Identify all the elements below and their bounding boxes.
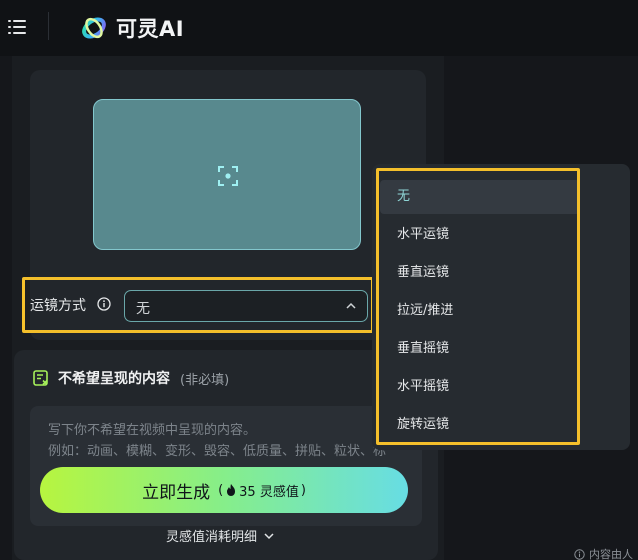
menu-icon[interactable] bbox=[8, 18, 26, 36]
negative-prompt-placeholder: 写下你不希望在视频中呈现的内容。 例如：动画、模糊、变形、毁容、低质量、拼贴、粒… bbox=[48, 420, 418, 462]
negative-prompt-header: 不希望呈现的内容 (非必填) bbox=[32, 366, 229, 390]
generate-button[interactable]: 立即生成 ( 35 灵感值 ) bbox=[40, 467, 408, 513]
dropdown-option-rotate[interactable]: 旋转运镜 bbox=[380, 408, 580, 442]
dropdown-option-vertical-tilt[interactable]: 垂直摇镜 bbox=[380, 332, 580, 366]
camera-select-value: 无 bbox=[136, 301, 150, 317]
cost-detail-toggle[interactable]: 灵感值消耗明细 bbox=[166, 526, 275, 545]
dropdown-option-horizontal-tilt[interactable]: 水平摇镜 bbox=[380, 370, 580, 404]
kling-logo-icon bbox=[82, 17, 106, 39]
camera-movement-label: 运镜方式 bbox=[30, 298, 86, 314]
focus-frame-icon bbox=[218, 166, 238, 186]
app-logo[interactable]: 可灵AI bbox=[80, 12, 184, 44]
camera-movement-row: 运镜方式 无 bbox=[22, 277, 374, 333]
dropdown-option-none[interactable]: 无 bbox=[380, 180, 580, 214]
placeholder-line: 写下你不希望在视频中呈现的内容。 bbox=[48, 423, 257, 438]
footer-note-text: 内容由人 bbox=[589, 548, 633, 560]
camera-movement-dropdown: 无 水平运镜 垂直运镜 拉远/推进 垂直摇镜 水平摇镜 旋转运镜 bbox=[372, 164, 630, 450]
top-header: 可灵AI bbox=[0, 0, 638, 56]
image-preview-area[interactable] bbox=[93, 99, 361, 250]
chevron-down-icon bbox=[264, 532, 274, 539]
app-title: 可灵AI bbox=[116, 17, 185, 41]
dropdown-option-vertical-pan[interactable]: 垂直运镜 bbox=[380, 256, 580, 290]
header-divider bbox=[48, 12, 49, 40]
generate-cost: ( 35 灵感值 ) bbox=[218, 481, 306, 500]
info-icon bbox=[574, 548, 585, 560]
cost-paren-open: ( bbox=[218, 482, 224, 498]
cost-paren-close: ) bbox=[300, 482, 306, 498]
document-exclude-icon bbox=[33, 370, 48, 386]
footer-note: 内容由人 bbox=[574, 546, 633, 560]
chevron-up-icon bbox=[346, 302, 356, 309]
generate-label: 立即生成 bbox=[142, 482, 211, 503]
optional-hint: (非必填) bbox=[180, 372, 230, 388]
negative-prompt-title: 不希望呈现的内容 bbox=[58, 371, 170, 387]
cost-value: 35 灵感值 bbox=[239, 484, 299, 500]
info-icon[interactable] bbox=[97, 297, 111, 311]
dropdown-option-zoom[interactable]: 拉远/推进 bbox=[380, 294, 580, 328]
flame-icon bbox=[227, 484, 236, 496]
placeholder-line: 例如：动画、模糊、变形、毁容、低质量、拼贴、粒状、标 bbox=[48, 444, 387, 459]
dropdown-option-horizontal-pan[interactable]: 水平运镜 bbox=[380, 218, 580, 252]
cost-detail-label: 灵感值消耗明细 bbox=[166, 530, 258, 545]
camera-movement-select[interactable]: 无 bbox=[124, 290, 368, 322]
